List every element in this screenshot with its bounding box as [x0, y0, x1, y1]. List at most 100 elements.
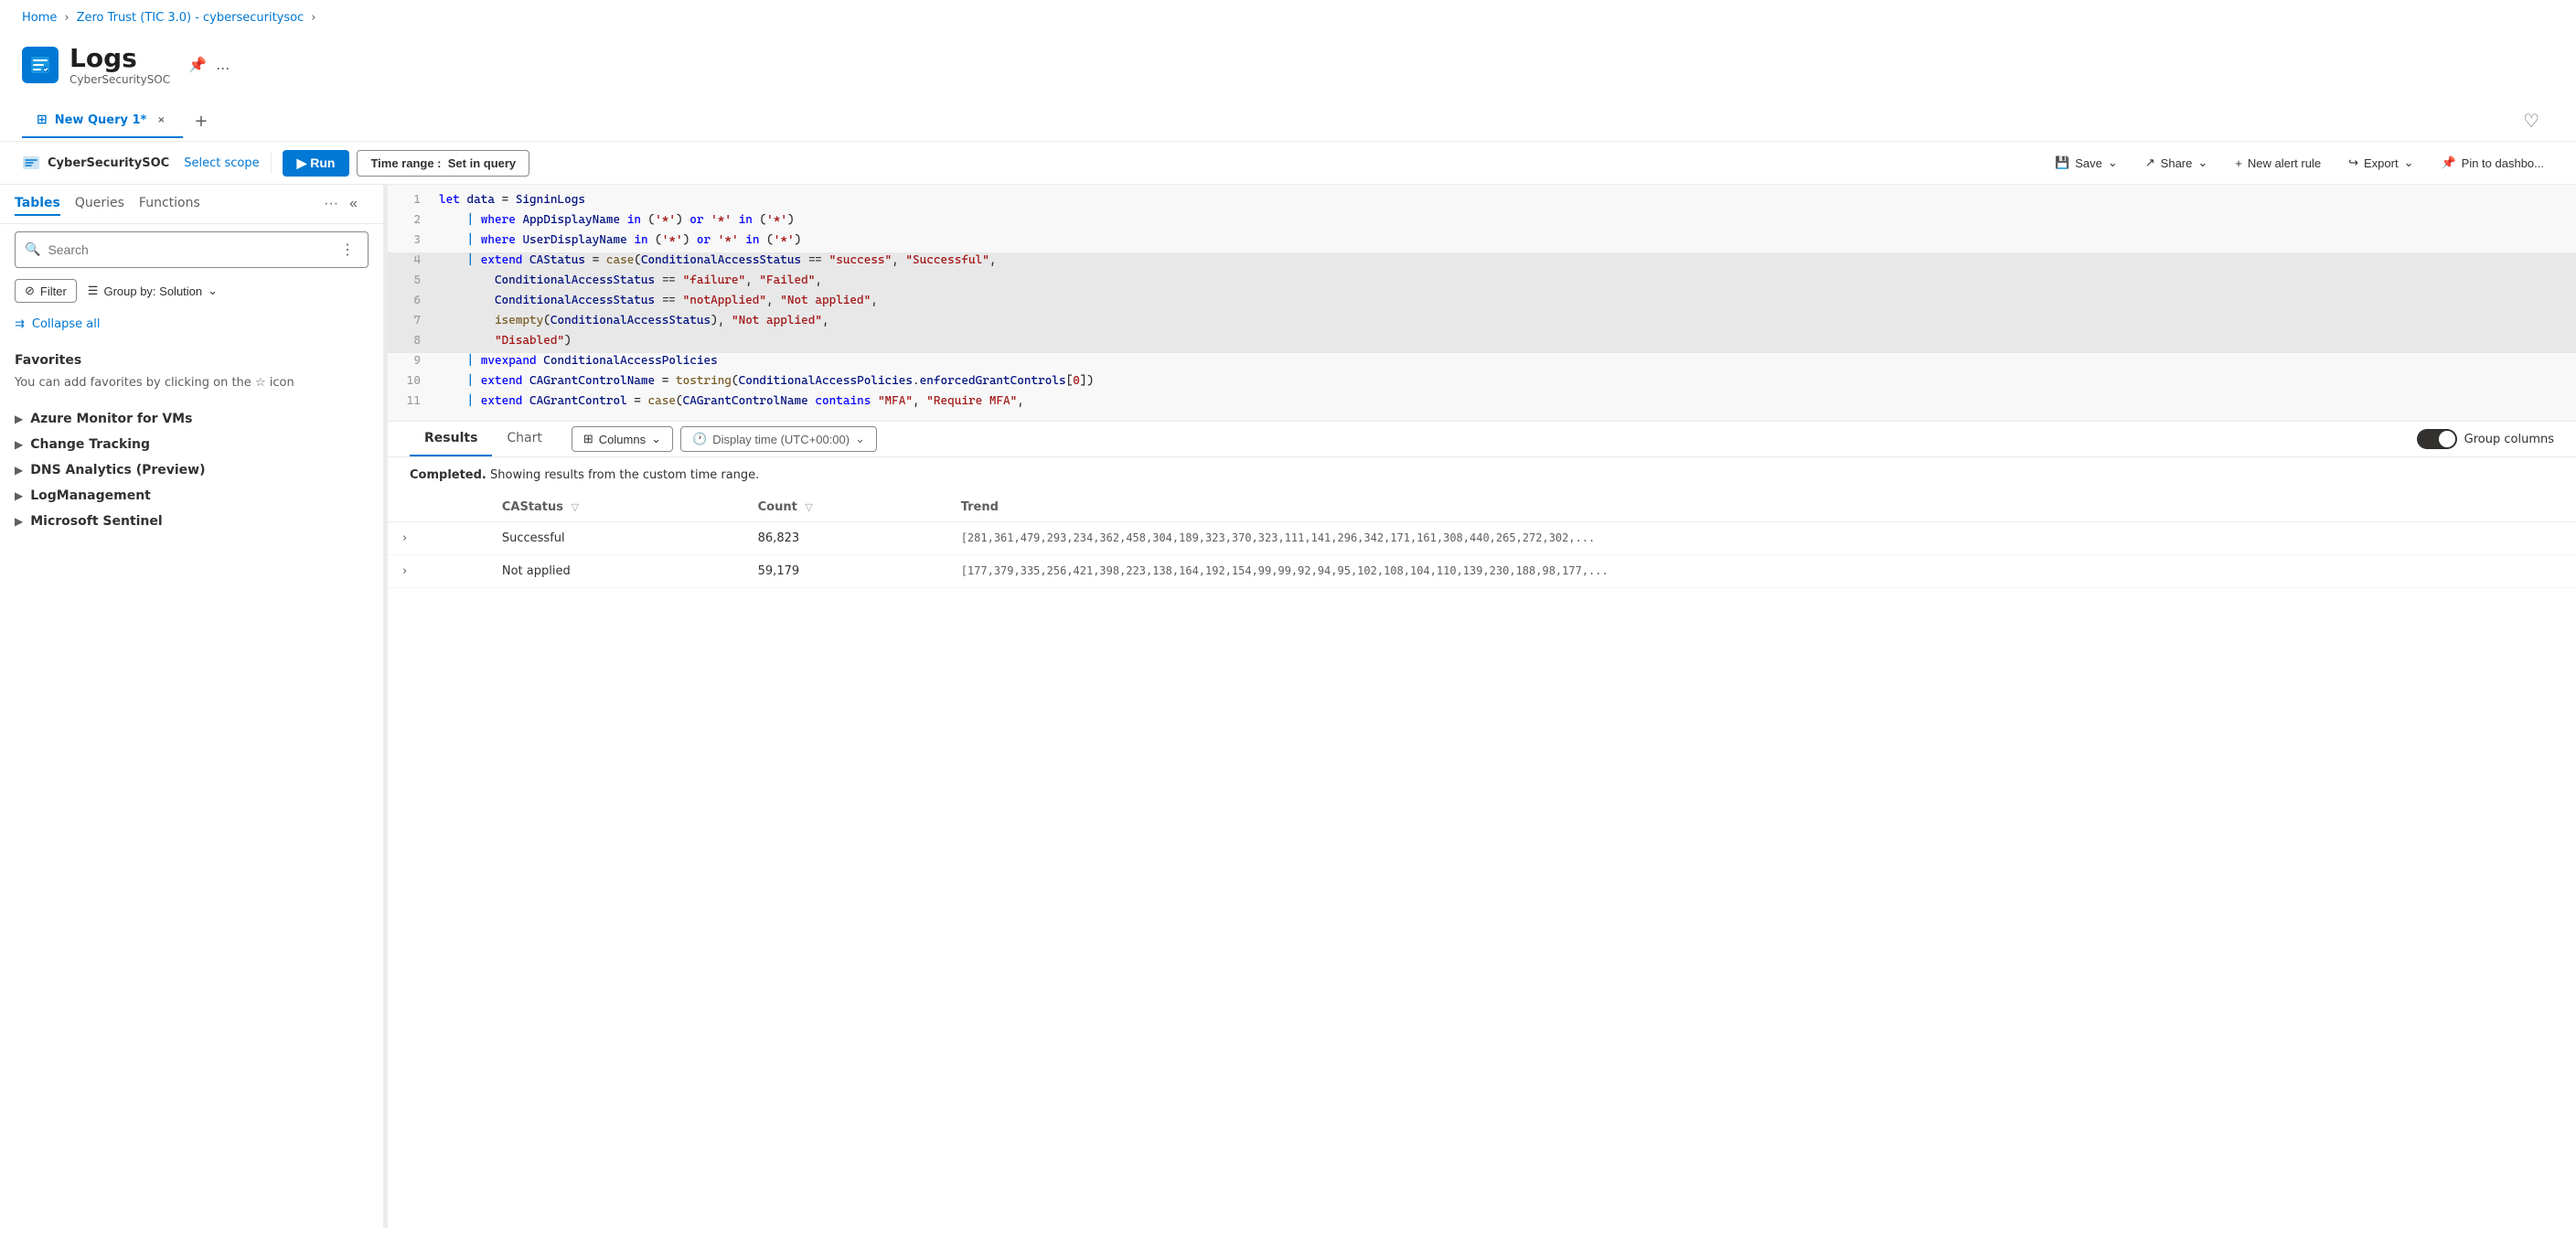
breadcrumb: Home › Zero Trust (TIC 3.0) - cybersecur…: [0, 0, 2576, 36]
time-range-prefix: Time range :: [370, 156, 441, 170]
new-tab-button[interactable]: +: [183, 102, 219, 140]
expand-chevron-icon: ▶: [15, 515, 23, 528]
collapse-all-button[interactable]: ⇉ Collapse all: [0, 310, 383, 338]
line-content: | where UserDisplayName in ('*') or '*' …: [432, 232, 2576, 248]
col-expand: [388, 493, 487, 522]
search-icon: 🔍: [25, 242, 40, 257]
line-content: | extend CAGrantControlName = tostring(C…: [432, 373, 2576, 389]
left-tab-functions[interactable]: Functions: [139, 192, 200, 216]
line-content: isempty(ConditionalAccessStatus), "Not a…: [432, 313, 2576, 328]
results-tab-chart[interactable]: Chart: [492, 422, 556, 456]
favorite-tab-button[interactable]: ♡: [2508, 101, 2554, 141]
results-tab-actions: ⊞ Columns ⌄ 🕐 Display time (UTC+00:00) ⌄: [572, 426, 877, 452]
line-content: ConditionalAccessStatus == "notApplied",…: [432, 293, 2576, 308]
collapse-panel-button[interactable]: «: [346, 192, 361, 216]
cell-castatus: Successful: [487, 522, 743, 555]
expand-icon[interactable]: ›: [402, 531, 407, 545]
line-content: | where AppDisplayName in ('*') or '*' i…: [432, 212, 2576, 228]
time-chevron-icon: ⌄: [855, 432, 865, 446]
save-button[interactable]: 💾 Save ⌄: [2045, 149, 2128, 177]
section-microsoft-sentinel[interactable]: ▶ Microsoft Sentinel: [15, 509, 369, 534]
line-num: 9: [388, 353, 432, 369]
logs-icon: [29, 54, 51, 76]
castatus-filter-icon[interactable]: ▽: [572, 501, 579, 513]
expand-chevron-icon: ▶: [15, 464, 23, 477]
line-content: "Disabled"): [432, 333, 2576, 349]
scope-selector: CyberSecuritySOC Select scope: [22, 154, 260, 172]
group-columns-label: Group columns: [2464, 433, 2554, 446]
left-tab-queries[interactable]: Queries: [75, 192, 124, 216]
line-num: 4: [388, 252, 432, 268]
tab-icon: ⊞: [37, 113, 48, 127]
group-by-chevron-icon: ⌄: [208, 284, 218, 298]
more-options-button[interactable]: ···: [320, 192, 342, 216]
left-tab-tables[interactable]: Tables: [15, 192, 60, 216]
row-expand-button[interactable]: ›: [388, 555, 487, 588]
search-bar: 🔍 ⋮: [15, 231, 369, 268]
data-table: CAStatus ▽ Count ▽ Trend: [388, 493, 2576, 588]
expand-icon[interactable]: ›: [402, 564, 407, 578]
section-label: Azure Monitor for VMs: [30, 412, 192, 426]
run-button[interactable]: ▶ Run: [283, 150, 350, 177]
export-button[interactable]: ↪ Export ⌄: [2338, 149, 2423, 177]
toolbar: CyberSecuritySOC Select scope ▶ Run Time…: [0, 142, 2576, 185]
section-label: LogManagement: [30, 488, 151, 503]
section-dns-analytics[interactable]: ▶ DNS Analytics (Preview): [15, 457, 369, 483]
save-icon: 💾: [2055, 156, 2069, 170]
search-input[interactable]: [48, 242, 329, 257]
app-title-group: Logs CyberSecuritySOC: [69, 43, 170, 86]
group-columns-toggle[interactable]: [2417, 429, 2457, 449]
line-content: | extend CAStatus = case(ConditionalAcce…: [432, 252, 2576, 268]
table-body: › Successful 86,823 [281,361,479,293,234…: [388, 522, 2576, 588]
pin-to-dashboard-button[interactable]: 📌 Pin to dashbo...: [2431, 149, 2554, 177]
more-options-icon[interactable]: ...: [216, 56, 230, 73]
pin-icon[interactable]: 📌: [188, 56, 207, 73]
filter-row: ⊘ Filter ☰ Group by: Solution ⌄: [0, 275, 383, 310]
row-expand-button[interactable]: ›: [388, 522, 487, 555]
breadcrumb-home[interactable]: Home: [22, 11, 57, 25]
save-chevron-icon: ⌄: [2108, 156, 2118, 170]
app-title: Logs: [69, 43, 170, 73]
count-filter-icon[interactable]: ▽: [805, 501, 812, 513]
display-time-button[interactable]: 🕐 Display time (UTC+00:00) ⌄: [680, 426, 877, 452]
results-status: Completed. Showing results from the cust…: [388, 457, 2576, 493]
code-line: 11 | extend CAGrantControl = case(CAGran…: [388, 393, 2576, 413]
app-header: Logs CyberSecuritySOC 📌 ...: [0, 36, 2576, 101]
line-num: 6: [388, 293, 432, 308]
section-change-tracking[interactable]: ▶ Change Tracking: [15, 432, 369, 457]
line-num: 2: [388, 212, 432, 228]
search-options-button[interactable]: ⋮: [337, 237, 358, 263]
favorites-hint: You can add favorites by clicking on the…: [15, 371, 369, 399]
clock-icon: 🕐: [692, 432, 707, 446]
breadcrumb-sep2: ›: [311, 11, 315, 25]
time-range-value: Set in query: [448, 156, 516, 170]
section-log-management[interactable]: ▶ LogManagement: [15, 483, 369, 509]
tab-close-button[interactable]: ×: [154, 113, 168, 127]
query-editor[interactable]: 1 let data = SigninLogs 2 | where AppDis…: [388, 185, 2576, 422]
expand-chevron-icon: ▶: [15, 489, 23, 502]
code-line: 10 | extend CAGrantControlName = tostrin…: [388, 373, 2576, 393]
select-scope-button[interactable]: Select scope: [184, 156, 259, 170]
cell-count: 86,823: [743, 522, 946, 555]
results-tab-results[interactable]: Results: [410, 422, 492, 456]
line-num: 11: [388, 393, 432, 409]
filter-button[interactable]: ⊘ Filter: [15, 279, 77, 303]
columns-button[interactable]: ⊞ Columns ⌄: [572, 426, 673, 452]
toolbar-divider-1: [271, 152, 272, 174]
line-content: | extend CAGrantControl = case(CAGrantCo…: [432, 393, 2576, 409]
share-button[interactable]: ↗ Share ⌄: [2135, 149, 2218, 177]
main-layout: Tables Queries Functions ··· « 🔍 ⋮ ⊘ Fil…: [0, 185, 2576, 1228]
time-range-button[interactable]: Time range : Set in query: [357, 150, 529, 177]
section-azure-monitor-vms[interactable]: ▶ Azure Monitor for VMs: [15, 406, 369, 432]
expand-chevron-icon: ▶: [15, 438, 23, 451]
group-by-button[interactable]: ☰ Group by: Solution ⌄: [88, 284, 218, 298]
cell-trend: [177,379,335,256,421,398,223,138,164,192…: [946, 555, 2576, 588]
col-trend: Trend: [946, 493, 2576, 522]
app-logo: [22, 47, 59, 83]
header-actions: 📌 ...: [188, 56, 230, 73]
code-line: 3 | where UserDisplayName in ('*') or '*…: [388, 232, 2576, 252]
line-num: 1: [388, 192, 432, 208]
query-tab-1[interactable]: ⊞ New Query 1* ×: [22, 103, 183, 138]
breadcrumb-workspace[interactable]: Zero Trust (TIC 3.0) - cybersecuritysoc: [77, 11, 305, 25]
new-alert-rule-button[interactable]: + New alert rule: [2225, 150, 2331, 177]
